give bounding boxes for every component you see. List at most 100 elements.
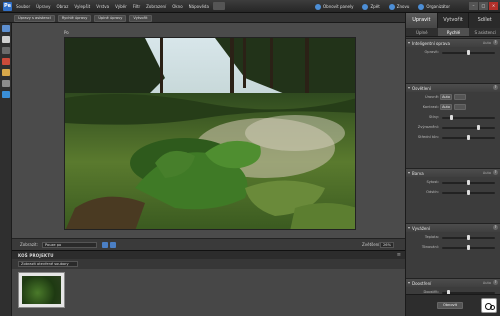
photo-image[interactable]	[64, 37, 356, 230]
menu-item[interactable]: Soubor	[16, 4, 30, 9]
top-action[interactable]: Obnovit panely	[315, 3, 354, 10]
zoom-value-field[interactable]: 26%	[380, 242, 394, 248]
control-label: Opravit:	[424, 50, 439, 54]
adjustment-slider[interactable]	[442, 235, 495, 240]
quick-selection-tool-icon[interactable]	[2, 47, 10, 54]
auto-button[interactable]: Auto	[483, 171, 491, 175]
adjustment-slider[interactable]	[442, 115, 495, 120]
adjustment-slider[interactable]	[442, 135, 495, 140]
adjustment-slider[interactable]	[442, 180, 495, 185]
slider-thumb[interactable]	[467, 235, 470, 240]
menu-item[interactable]: Filtr	[133, 4, 140, 9]
slider-thumb[interactable]	[477, 125, 480, 130]
section-title: Vyvážení	[412, 226, 431, 231]
menu-item[interactable]: Okno	[172, 4, 182, 9]
reset-button[interactable]: Obnovit	[437, 302, 463, 309]
adjustment-slider[interactable]	[442, 125, 495, 130]
edit-mode-tab[interactable]: Vytvořit	[129, 15, 152, 22]
adjustment-slider[interactable]	[442, 190, 495, 195]
slider-thumb[interactable]	[449, 115, 453, 120]
slider-thumb[interactable]	[467, 50, 470, 55]
section-header[interactable]: Barva Auto?	[406, 168, 500, 177]
control-row: Kontrast: Auto	[406, 102, 500, 112]
document-bar: Úpravy s asistencí Rychlé úpravy Úplné úpr…	[0, 13, 405, 23]
menu-item[interactable]: Nápověda	[189, 4, 209, 9]
collapse-triangle-icon[interactable]	[408, 227, 410, 229]
slider-thumb[interactable]	[467, 190, 470, 195]
collapse-triangle-icon[interactable]	[408, 172, 410, 174]
button-pair: Auto	[440, 94, 466, 100]
workspace-switch-icon[interactable]	[213, 2, 225, 10]
collapse-triangle-icon[interactable]	[408, 42, 410, 44]
fix-mode-tab[interactable]: Úplné	[406, 28, 438, 36]
auto-button[interactable]: Auto	[483, 41, 491, 45]
top-action[interactable]: Zpět	[362, 3, 380, 10]
bin-options-icon[interactable]: ≡	[397, 252, 401, 258]
section-title: Doostření	[412, 281, 432, 286]
menu-item[interactable]: Obraz	[56, 4, 68, 9]
help-icon[interactable]: ?	[493, 280, 498, 285]
red-eye-tool-icon[interactable]	[2, 58, 10, 65]
control-label: Tónování:	[421, 245, 439, 249]
maximize-icon[interactable]: □	[479, 2, 488, 10]
app-logo-icon: Pe	[3, 2, 12, 11]
auto-button[interactable]: Auto	[440, 94, 452, 100]
help-icon[interactable]: ?	[493, 225, 498, 230]
menu-item[interactable]: Úpravy	[36, 4, 50, 9]
slider-thumb[interactable]	[467, 245, 470, 250]
help-icon[interactable]: ?	[493, 170, 498, 175]
collapse-triangle-icon[interactable]	[408, 87, 410, 89]
menu-bar: Pe Soubor Úpravy Obraz Vylepšit Vrstva Výběr F…	[0, 0, 500, 13]
section-header[interactable]: Doostření Auto?	[406, 278, 500, 287]
section-header[interactable]: Osvětlení?	[406, 83, 500, 92]
whitening-tool-icon[interactable]	[2, 69, 10, 76]
fix-mode-tab[interactable]: S asistencí	[469, 28, 500, 36]
project-bin	[12, 269, 405, 316]
top-action[interactable]: Organizátor	[418, 3, 450, 10]
view-mode-select[interactable]: Pouze po	[42, 242, 97, 248]
crop-tool-icon[interactable]	[2, 80, 10, 87]
adjustment-slider[interactable]	[442, 245, 495, 250]
panel-tab[interactable]: Sdílet	[468, 13, 500, 28]
auto-button[interactable]: Auto	[440, 104, 452, 110]
panel-tab[interactable]: Vytvořit	[436, 13, 469, 28]
panel-tab[interactable]: Upravit	[405, 13, 437, 28]
panel-section: Barva Auto? Sytost: Odstín:	[406, 168, 500, 197]
section-header[interactable]: Vyvážení?	[406, 223, 500, 232]
swap-views-icon[interactable]	[102, 242, 108, 248]
control-row: Teplota:	[406, 232, 500, 242]
auto-button[interactable]: Auto	[483, 281, 491, 285]
menu-item[interactable]: Zobrazení	[146, 4, 166, 9]
project-bin-filter-select[interactable]: Zobrazit otevřené soubory	[18, 261, 78, 267]
section-header[interactable]: Inteligentní oprava Auto?	[406, 38, 500, 47]
help-icon[interactable]: ?	[493, 85, 498, 90]
slider-thumb[interactable]	[467, 180, 470, 185]
top-action-label: Obnovit panely	[323, 4, 354, 9]
hand-tool-icon[interactable]	[2, 36, 10, 43]
auto-button[interactable]	[454, 94, 466, 100]
adjustment-slider[interactable]	[442, 50, 495, 55]
top-action[interactable]: Znovu	[388, 3, 409, 10]
edit-mode-tab[interactable]: Rychlé úpravy	[57, 15, 92, 22]
edit-mode-tab[interactable]: Úplné úpravy	[94, 15, 127, 22]
bin-thumbnail[interactable]	[18, 272, 65, 308]
panel-header-tabs: Upravit Vytvořit Sdílet	[405, 13, 500, 28]
zoom-label: Zvětšení:	[362, 242, 381, 247]
edit-mode-tabs: Úpravy s asistencí Rychlé úpravy Úplné úpr…	[14, 15, 152, 22]
reset-views-icon[interactable]	[110, 242, 116, 248]
help-icon[interactable]: ?	[493, 40, 498, 45]
edit-mode-tab[interactable]: Úpravy s asistencí	[14, 15, 55, 22]
slider-thumb[interactable]	[467, 135, 470, 140]
menu-item[interactable]: Vrstva	[96, 4, 109, 9]
minimize-icon[interactable]: –	[469, 2, 478, 10]
collapse-triangle-icon[interactable]	[408, 282, 410, 284]
menu-item[interactable]: Výběr	[115, 4, 127, 9]
fix-mode-tab[interactable]: Rychlé	[437, 28, 470, 36]
control-label: Kontrast:	[422, 105, 439, 109]
auto-button[interactable]	[454, 104, 466, 110]
foreground-color-icon[interactable]	[2, 91, 10, 98]
close-icon[interactable]: ×	[489, 2, 498, 10]
zoom-tool-icon[interactable]	[2, 25, 10, 32]
redo-icon	[388, 3, 395, 10]
menu-item[interactable]: Vylepšit	[74, 4, 90, 9]
